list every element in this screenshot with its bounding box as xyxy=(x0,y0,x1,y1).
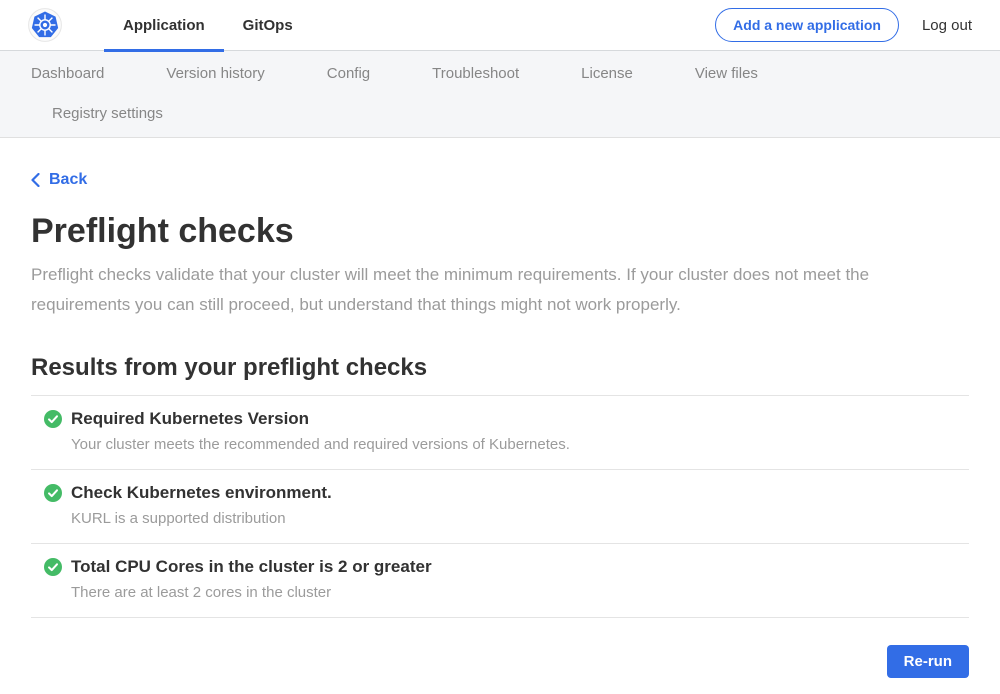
check-title: Total CPU Cores in the cluster is 2 or g… xyxy=(71,557,432,577)
top-navbar: Application GitOps Add a new application… xyxy=(0,0,1000,51)
logout-link[interactable]: Log out xyxy=(922,17,972,34)
preflight-check-row: Check Kubernetes environment. KURL is a … xyxy=(31,469,969,543)
check-title: Check Kubernetes environment. xyxy=(71,483,332,503)
preflight-results-list: Required Kubernetes Version Your cluster… xyxy=(31,395,969,618)
top-tab[interactable]: GitOps xyxy=(224,0,312,51)
top-tab-label: GitOps xyxy=(243,17,293,34)
check-pass-icon xyxy=(44,558,62,576)
back-chevron-icon xyxy=(31,173,40,187)
rerun-button[interactable]: Re-run xyxy=(887,645,969,678)
page-description: Preflight checks validate that your clus… xyxy=(31,260,951,320)
results-heading: Results from your preflight checks xyxy=(31,354,969,382)
check-header: Total CPU Cores in the cluster is 2 or g… xyxy=(44,557,969,577)
check-description: Your cluster meets the recommended and r… xyxy=(71,436,969,453)
app-subnav: Dashboard Version history Config Trouble… xyxy=(0,51,1000,138)
top-tabs: Application GitOps xyxy=(104,0,312,51)
check-description: KURL is a supported distribution xyxy=(71,510,969,527)
subnav-item[interactable]: View files xyxy=(664,54,789,94)
preflight-page: Back Preflight checks Preflight checks v… xyxy=(0,138,1000,694)
back-link[interactable]: Back xyxy=(31,171,87,189)
subnav-item[interactable]: Troubleshoot xyxy=(401,54,550,94)
page-title: Preflight checks xyxy=(31,212,969,251)
check-pass-icon xyxy=(44,410,62,428)
check-description: There are at least 2 cores in the cluste… xyxy=(71,584,969,601)
subnav-item[interactable]: Registry settings xyxy=(0,94,194,134)
subnav-item[interactable]: Config xyxy=(296,54,401,94)
add-application-button[interactable]: Add a new application xyxy=(715,8,899,42)
page-footer: Re-run xyxy=(31,618,969,694)
back-label: Back xyxy=(49,171,87,189)
preflight-check-row: Required Kubernetes Version Your cluster… xyxy=(31,395,969,469)
subnav-item[interactable]: License xyxy=(550,54,664,94)
subnav-item[interactable]: Version history xyxy=(135,54,295,94)
subnav-item[interactable]: Dashboard xyxy=(0,54,135,94)
check-title: Required Kubernetes Version xyxy=(71,409,309,429)
check-pass-icon xyxy=(44,484,62,502)
top-tab[interactable]: Application xyxy=(104,0,224,51)
kubernetes-logo-icon xyxy=(28,8,62,42)
check-header: Required Kubernetes Version xyxy=(44,409,969,429)
topbar-actions: Add a new application Log out xyxy=(715,8,972,42)
preflight-check-row: Total CPU Cores in the cluster is 2 or g… xyxy=(31,543,969,617)
top-tab-label: Application xyxy=(123,17,205,34)
check-header: Check Kubernetes environment. xyxy=(44,483,969,503)
subnav-list: Dashboard Version history Config Trouble… xyxy=(0,51,880,137)
